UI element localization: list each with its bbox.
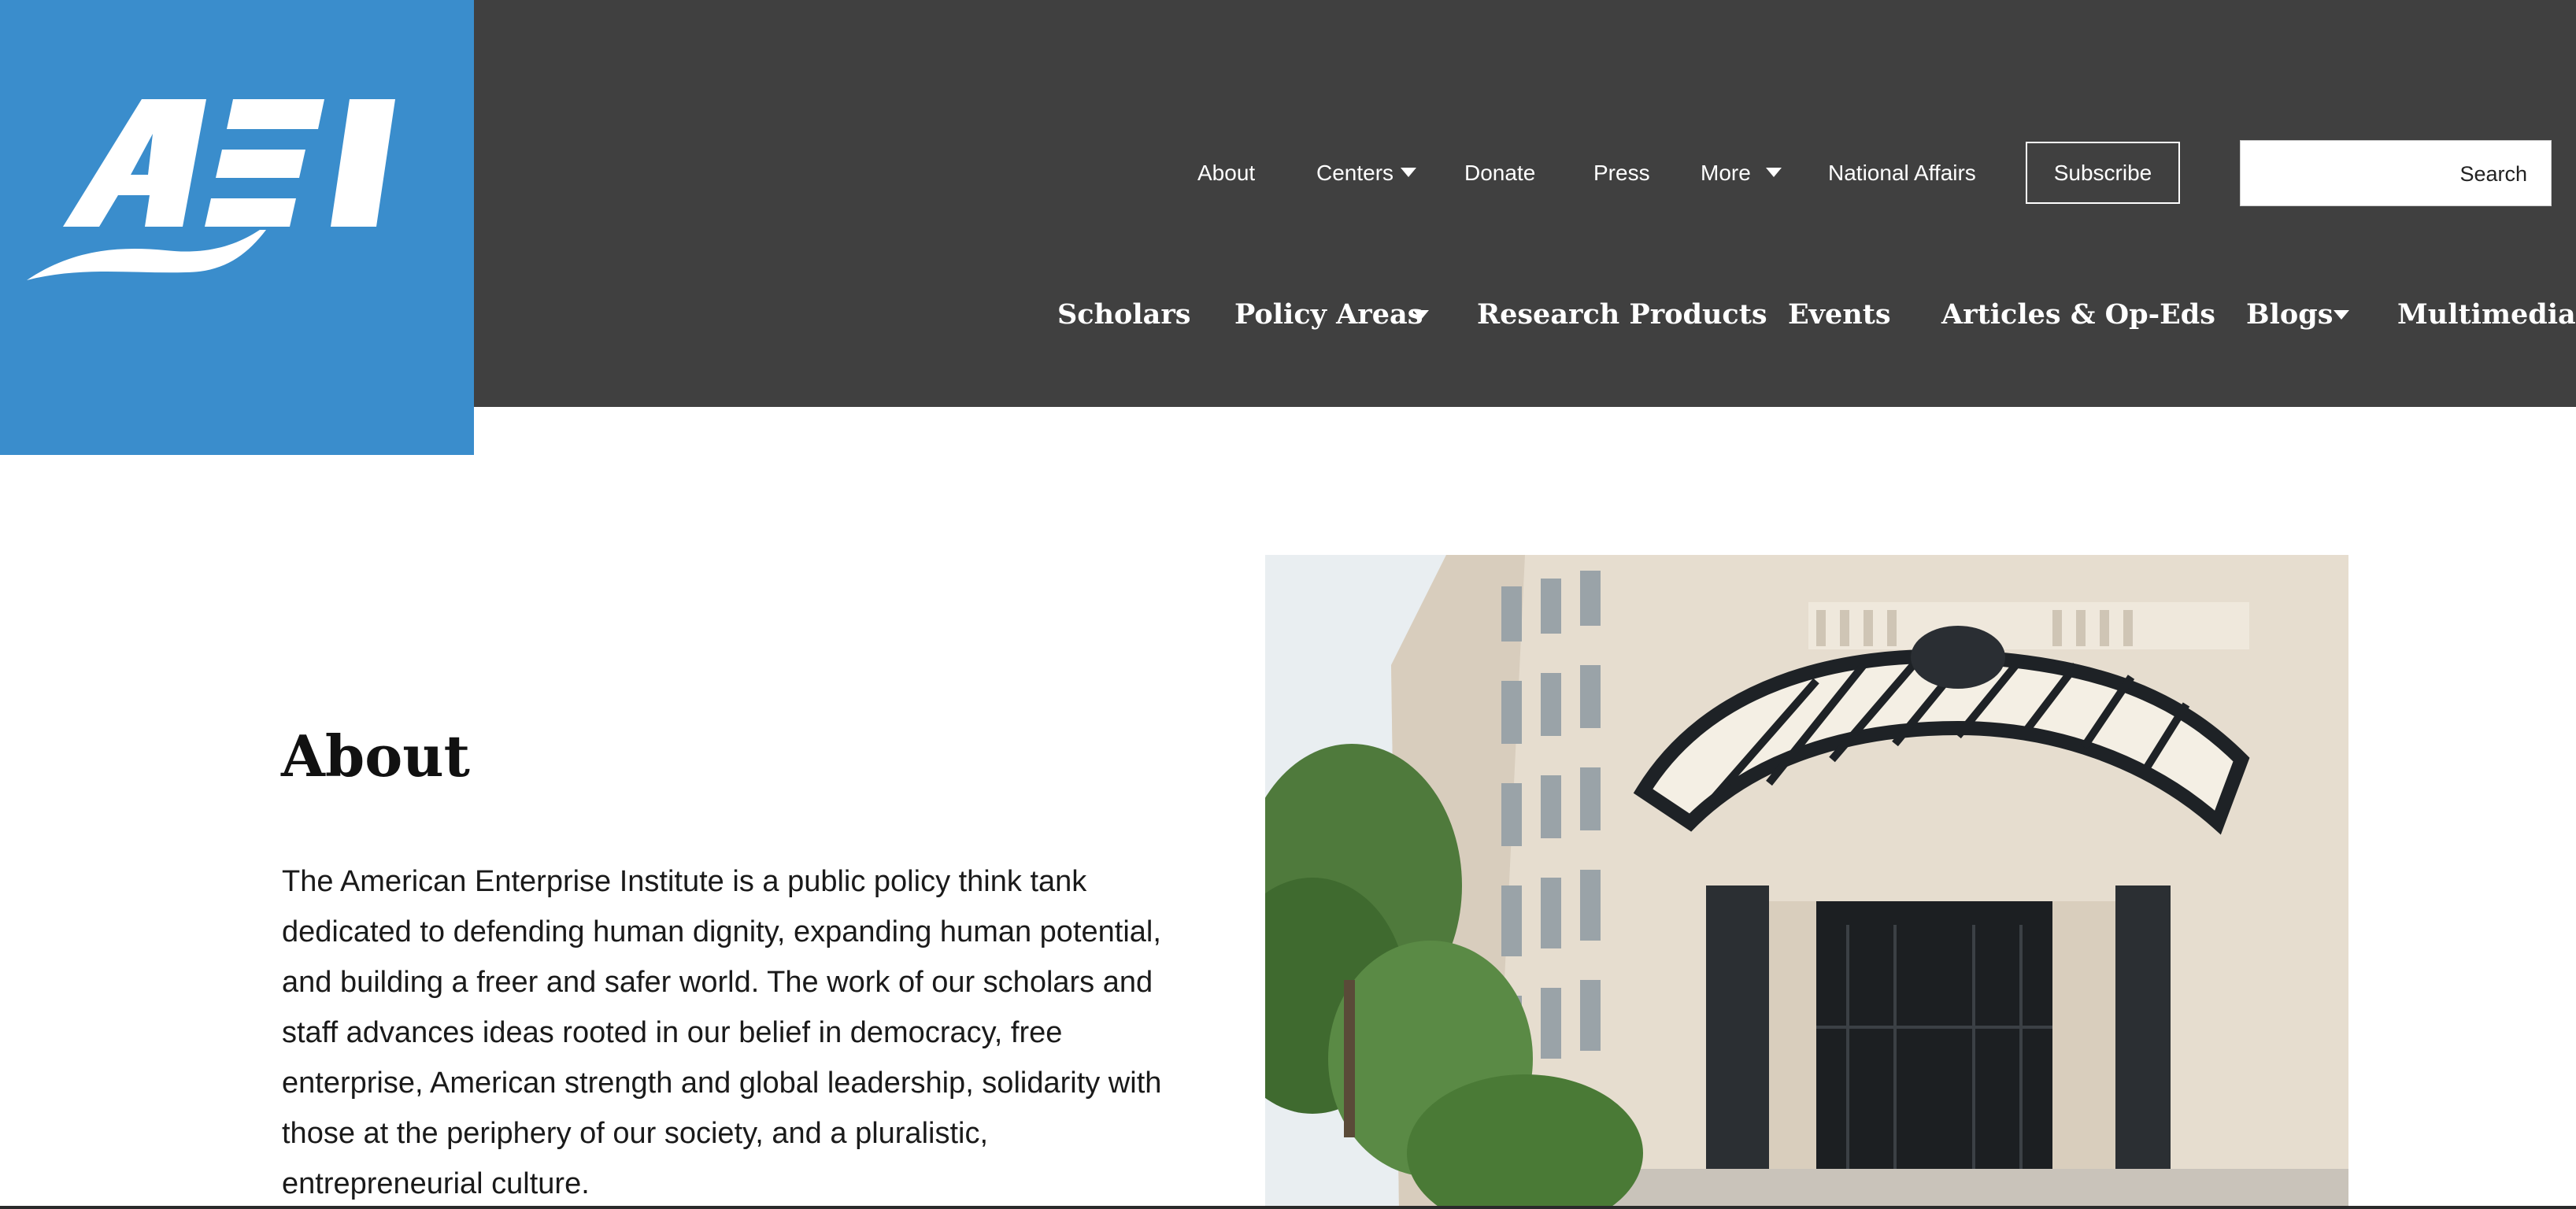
aei-logo-mark bbox=[27, 99, 395, 280]
divider bbox=[0, 1206, 2576, 1209]
search-input[interactable]: Search bbox=[2240, 140, 2552, 206]
nav-events[interactable]: Events bbox=[1788, 291, 1891, 338]
nav-centers[interactable]: Centers bbox=[1316, 156, 1393, 190]
nav-research-products[interactable]: Research Products bbox=[1477, 291, 1767, 338]
nav-policy-areas[interactable]: Policy Areas bbox=[1234, 291, 1423, 338]
nav-articles-op-eds[interactable]: Articles & Op-Eds bbox=[1941, 291, 2215, 338]
blogs-chevron-down-icon[interactable] bbox=[2334, 310, 2349, 320]
more-chevron-down-icon[interactable] bbox=[1766, 168, 1782, 177]
nav-scholars[interactable]: Scholars bbox=[1057, 291, 1191, 338]
about-paragraph: The American Enterprise Institute is a p… bbox=[282, 865, 1162, 1200]
page: About Centers Donate Press More National… bbox=[0, 0, 2576, 1209]
nav-blogs[interactable]: Blogs bbox=[2246, 291, 2333, 338]
search-button[interactable]: Search bbox=[2459, 141, 2527, 207]
policy-areas-chevron-down-icon[interactable] bbox=[1413, 310, 1429, 320]
subscribe-button[interactable]: Subscribe bbox=[2026, 142, 2180, 204]
centers-chevron-down-icon[interactable] bbox=[1401, 168, 1416, 177]
nav-donate[interactable]: Donate bbox=[1464, 156, 1535, 190]
nav-multimedia[interactable]: Multimedia bbox=[2397, 291, 2576, 338]
nav-more[interactable]: More bbox=[1701, 156, 1751, 190]
building-illustration bbox=[1265, 555, 2348, 1209]
aei-logo[interactable] bbox=[0, 0, 474, 455]
building-photo bbox=[1265, 555, 2348, 1209]
nav-national-affairs[interactable]: National Affairs bbox=[1828, 156, 1976, 190]
page-title: About bbox=[281, 723, 470, 789]
nav-about[interactable]: About bbox=[1197, 156, 1255, 190]
nav-press[interactable]: Press bbox=[1593, 156, 1650, 190]
